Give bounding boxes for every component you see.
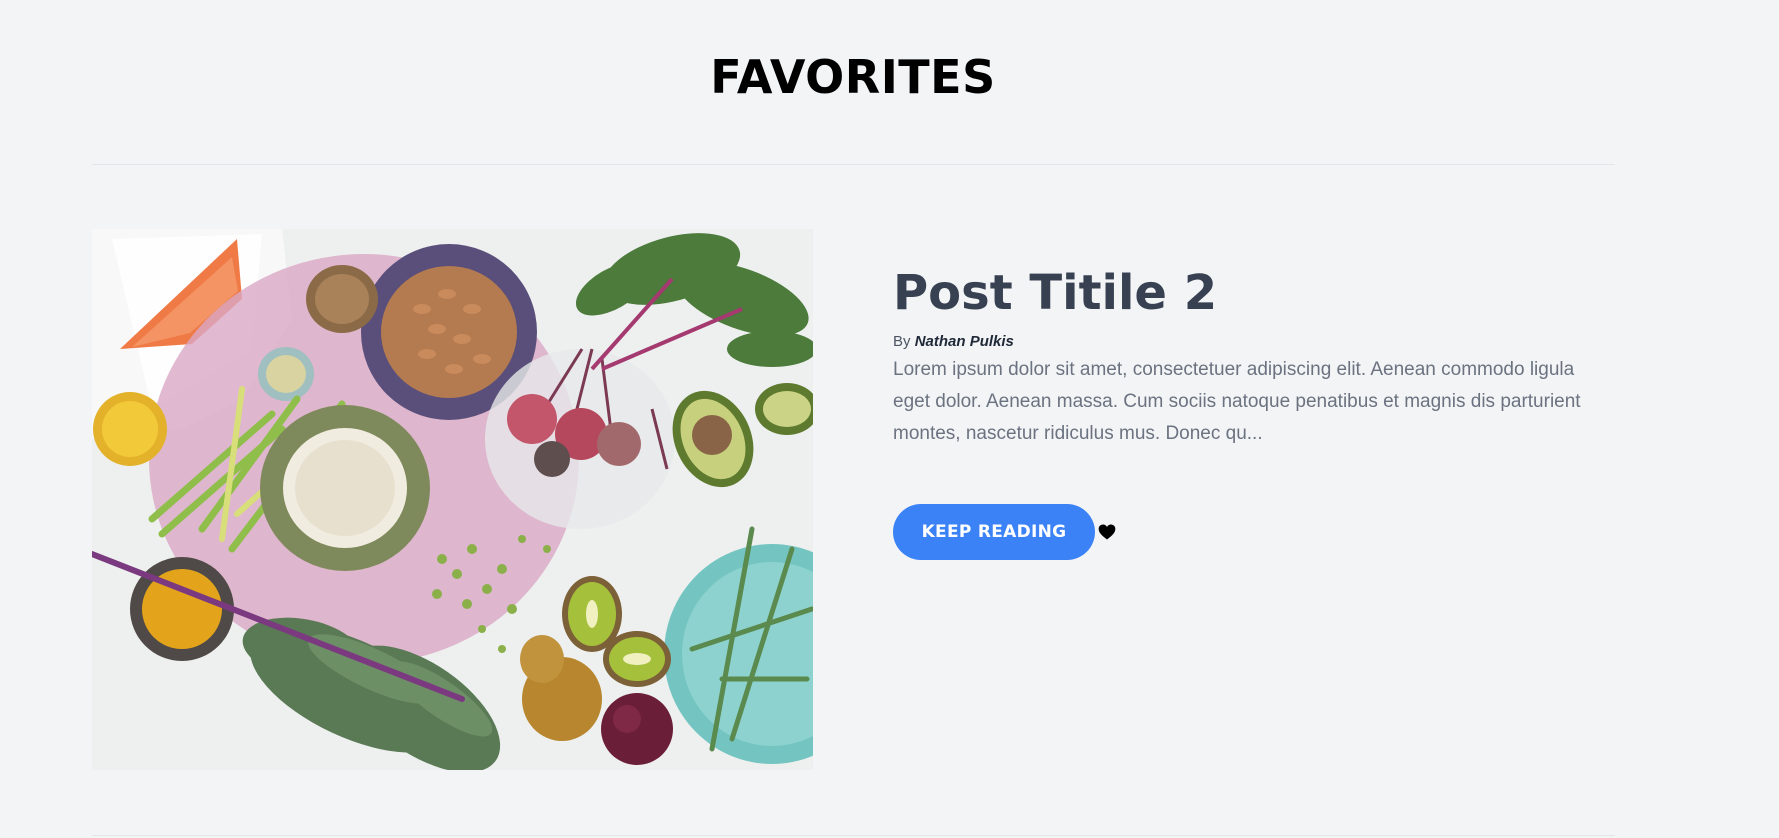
byline-prefix: By <box>893 332 911 350</box>
bottom-divider <box>92 835 1615 836</box>
food-photo-icon <box>92 229 813 770</box>
keep-reading-button[interactable]: KEEP READING <box>893 503 1095 560</box>
post-excerpt: Lorem ipsum dolor sit amet, consectetuer… <box>893 358 1581 444</box>
page-title: FAVORITES <box>710 50 996 104</box>
author-name[interactable]: Nathan Pulkis <box>915 333 1014 350</box>
post-title[interactable]: Post Titile 2 <box>893 265 1613 323</box>
favorites-page: FAVORITES Post Titile 2 By Nathan Pulkis… <box>0 0 1779 838</box>
top-divider <box>92 164 1615 165</box>
post-actions: KEEP READING <box>893 503 1613 560</box>
post-image[interactable] <box>92 229 813 770</box>
heart-icon[interactable] <box>1097 522 1117 542</box>
post-body: Post Titile 2 By Nathan Pulkis Lorem ips… <box>893 265 1613 560</box>
byline: By Nathan Pulkis <box>893 333 1613 350</box>
